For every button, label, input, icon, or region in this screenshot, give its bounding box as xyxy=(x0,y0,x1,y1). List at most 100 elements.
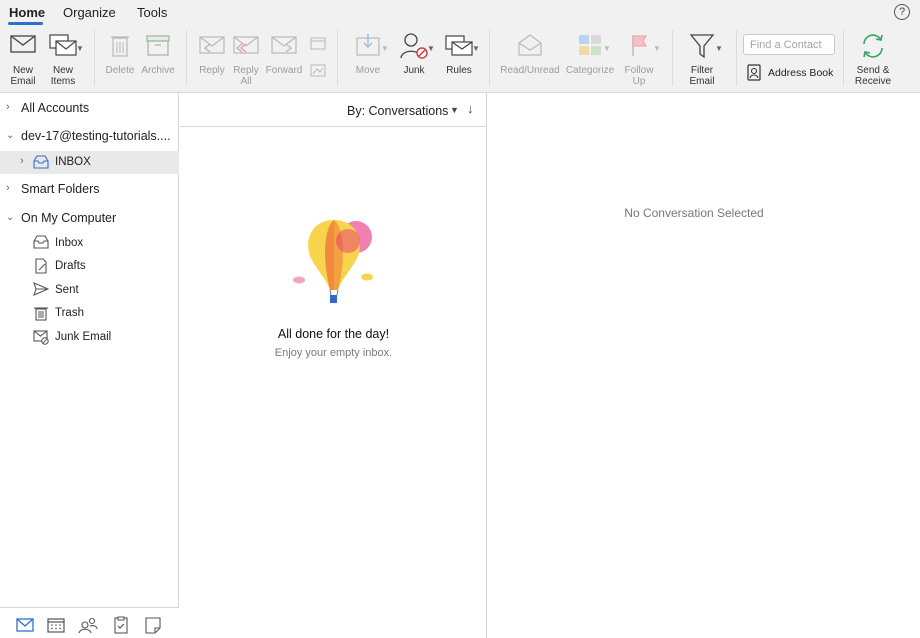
tab-organize[interactable]: Organize xyxy=(63,5,116,20)
send-receive-label-1: Send & xyxy=(856,65,890,76)
rules-button[interactable]: Rules xyxy=(437,26,481,90)
filter-email-label-2: Email xyxy=(689,76,715,87)
sidebar-item-junk-email[interactable]: Junk Email xyxy=(0,327,179,347)
chevron-down-icon[interactable]: ⌄ xyxy=(6,212,14,223)
filter-icon xyxy=(689,34,715,59)
read-unread-button[interactable]: Read/Unread xyxy=(500,26,560,90)
trash-icon xyxy=(34,307,48,321)
tasks-icon[interactable] xyxy=(111,616,131,634)
attachment-icon[interactable] xyxy=(310,63,326,77)
forward-icon xyxy=(271,36,297,54)
send-receive-label-2: Receive xyxy=(854,76,892,87)
new-items-label-1: New xyxy=(52,65,73,76)
folder-sidebar: › All Accounts ⌄ dev-17@testing-tutorial… xyxy=(0,93,179,638)
message-list-pane: By: Conversations ▼ ↓ All done for the d… xyxy=(180,93,487,638)
sidebar-item-label: Smart Folders xyxy=(21,182,100,196)
read-unread-label: Read/Unread xyxy=(500,65,560,76)
chevron-down-icon[interactable]: ▼ xyxy=(653,44,661,53)
move-icon xyxy=(356,34,380,56)
flag-icon xyxy=(632,35,647,56)
sort-dropdown[interactable]: By: Conversations xyxy=(347,104,448,118)
sync-icon xyxy=(863,34,883,58)
reply-icon xyxy=(199,36,225,54)
follow-up-label-1: Follow xyxy=(624,65,654,76)
inbox-icon xyxy=(33,235,49,249)
archive-label: Archive xyxy=(141,65,175,76)
chevron-down-icon[interactable]: ▼ xyxy=(603,44,611,53)
drafts-icon xyxy=(35,258,47,274)
empty-state-subtitle: Enjoy your empty inbox. xyxy=(274,347,393,359)
sidebar-item-drafts[interactable]: Drafts xyxy=(0,256,179,276)
chevron-right-icon[interactable]: › xyxy=(20,155,24,167)
rules-label: Rules xyxy=(446,65,472,76)
help-button[interactable]: ? xyxy=(894,4,910,20)
calendar-icon[interactable] xyxy=(46,616,66,634)
junk-button[interactable]: Junk xyxy=(392,26,436,90)
chevron-down-icon[interactable]: ▼ xyxy=(427,44,435,53)
sort-direction-icon[interactable]: ↓ xyxy=(467,101,474,116)
send-receive-button[interactable]: Send & Receive xyxy=(851,26,895,90)
chevron-down-icon[interactable]: ▼ xyxy=(76,44,84,53)
people-icon[interactable] xyxy=(78,616,98,634)
sidebar-item-inbox-account[interactable]: › INBOX xyxy=(0,151,179,174)
open-envelope-icon xyxy=(518,34,542,56)
junk-icon xyxy=(400,33,428,59)
sidebar-item-label: Drafts xyxy=(55,260,86,272)
hot-air-balloon-illustration xyxy=(293,220,373,303)
move-button[interactable]: Move xyxy=(346,26,390,90)
toolbar-divider xyxy=(337,30,338,86)
ribbon-toolbar: New Email New Items ▼ Delete Archive Rep… xyxy=(0,26,920,93)
chevron-down-icon[interactable]: ▼ xyxy=(381,44,389,53)
categorize-button[interactable]: Categorize xyxy=(566,26,614,90)
filter-email-button[interactable]: Filter Email xyxy=(680,26,724,90)
new-email-label-2: Email xyxy=(10,76,36,87)
new-email-label-1: New xyxy=(12,65,33,76)
notes-icon[interactable] xyxy=(143,616,163,634)
mail-icon[interactable] xyxy=(15,616,35,634)
junk-folder-icon xyxy=(33,330,49,345)
sort-bar: By: Conversations ▼ ↓ xyxy=(180,93,487,127)
find-contact-input[interactable] xyxy=(743,34,835,55)
forward-label: Forward xyxy=(265,65,303,76)
chevron-down-icon[interactable]: ▼ xyxy=(472,44,480,53)
toolbar-divider xyxy=(94,30,95,86)
sidebar-item-label: Junk Email xyxy=(55,331,112,343)
toolbar-divider xyxy=(186,30,187,86)
chevron-down-icon[interactable]: ▼ xyxy=(450,105,459,115)
sidebar-item-label: On My Computer xyxy=(21,211,117,225)
sidebar-item-account[interactable]: ⌄ dev-17@testing-tutorials.... xyxy=(0,125,179,147)
reply-all-label-2: All xyxy=(240,76,252,87)
archive-icon xyxy=(146,35,170,56)
rules-icon xyxy=(445,35,473,56)
new-items-button[interactable]: New Items xyxy=(41,26,85,90)
toolbar-divider xyxy=(489,30,490,86)
tab-tools[interactable]: Tools xyxy=(137,5,167,20)
filter-email-label-1: Filter xyxy=(690,65,714,76)
forward-button[interactable]: Forward xyxy=(262,26,306,90)
sidebar-item-label: All Accounts xyxy=(21,101,90,115)
new-items-icon xyxy=(49,34,77,56)
outlook-window: Home Organize Tools ? New Email New Items … xyxy=(0,0,920,638)
sidebar-item-all-accounts[interactable]: › All Accounts xyxy=(0,97,179,119)
trash-icon xyxy=(111,36,129,57)
chevron-down-icon[interactable]: ▼ xyxy=(715,44,723,53)
toolbar-divider xyxy=(736,30,737,86)
sidebar-item-smart-folders[interactable]: › Smart Folders xyxy=(0,178,179,200)
new-items-label-2: Items xyxy=(50,76,76,87)
sidebar-item-label: Trash xyxy=(55,307,84,319)
sidebar-item-sent[interactable]: Sent xyxy=(0,280,179,300)
ribbon-tabs: Home Organize Tools ? xyxy=(0,0,920,26)
chevron-right-icon[interactable]: › xyxy=(6,182,10,194)
follow-up-button[interactable]: Follow Up xyxy=(617,26,661,90)
address-book-icon xyxy=(747,64,761,81)
sidebar-item-label: Sent xyxy=(55,284,79,296)
sidebar-item-inbox[interactable]: Inbox xyxy=(0,233,179,253)
sidebar-item-on-my-computer[interactable]: ⌄ On My Computer xyxy=(0,207,179,229)
sidebar-item-trash[interactable]: Trash xyxy=(0,303,179,323)
chevron-right-icon[interactable]: › xyxy=(6,101,10,113)
meeting-icon[interactable] xyxy=(310,36,326,50)
reading-pane: No Conversation Selected xyxy=(488,93,920,638)
archive-button[interactable]: Archive xyxy=(136,26,180,90)
tab-home[interactable]: Home xyxy=(9,5,45,20)
chevron-down-icon[interactable]: ⌄ xyxy=(6,130,14,141)
